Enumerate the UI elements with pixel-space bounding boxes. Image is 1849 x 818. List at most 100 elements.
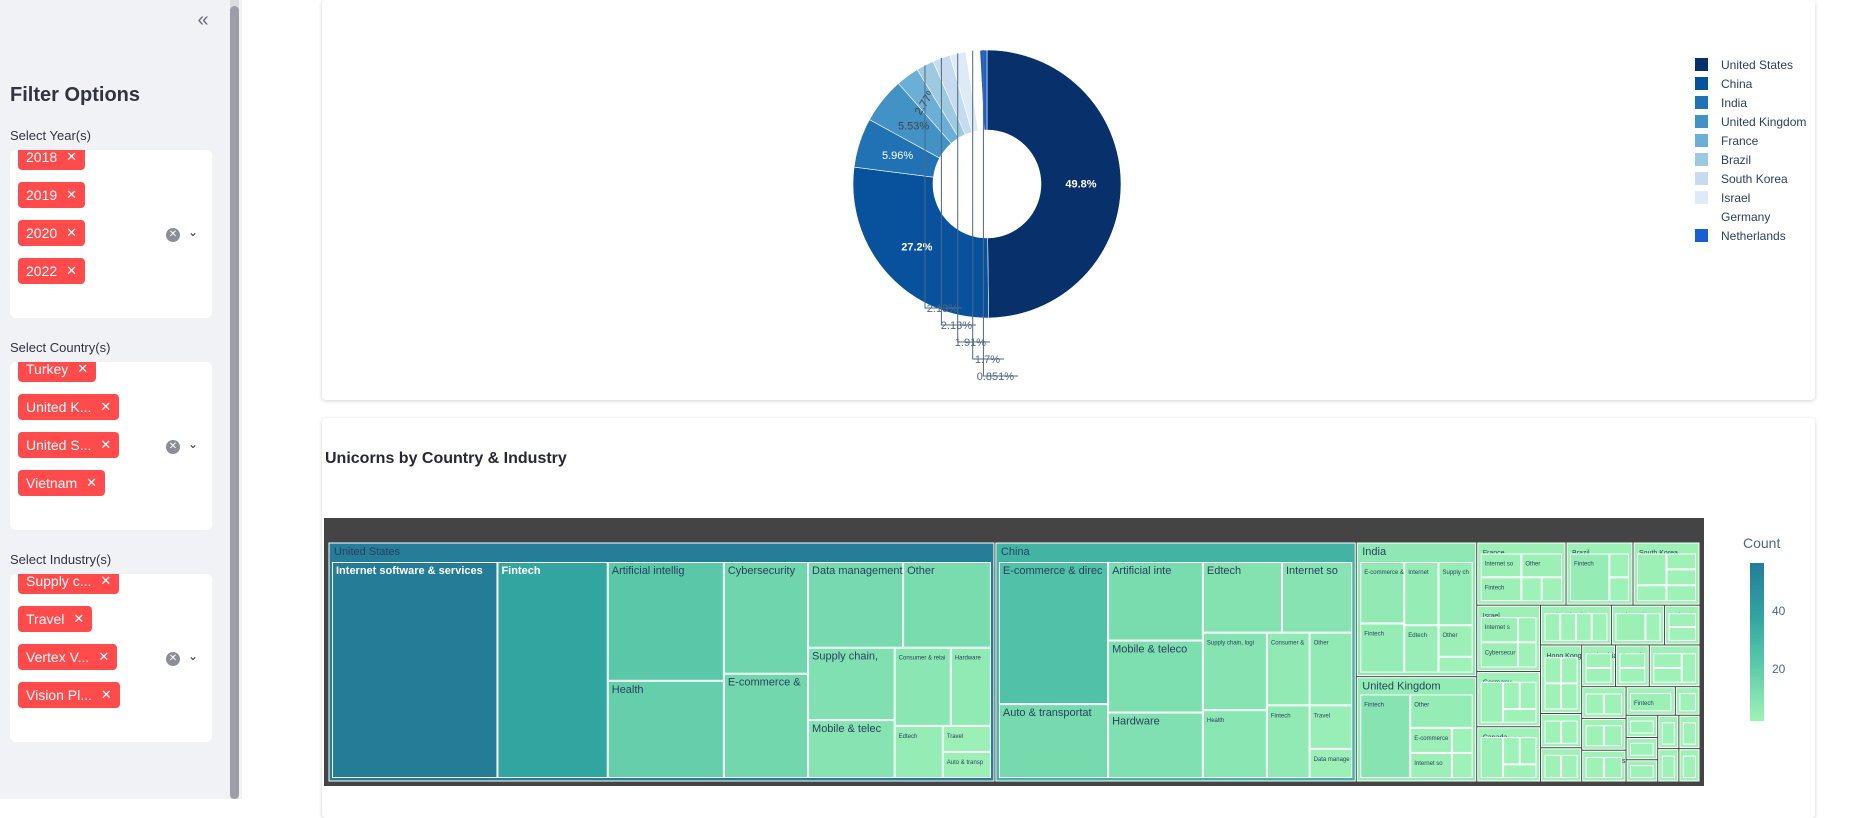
legend-item[interactable]: Israel	[1695, 188, 1806, 207]
country-tag-label: Turkey	[26, 362, 69, 377]
pie-legend: United States China India United Kingdom Fra…	[1695, 55, 1806, 245]
legend-swatch	[1695, 153, 1708, 166]
donut-slice-label: 2.13%	[941, 320, 972, 332]
clear-circle-icon[interactable]: ✕	[166, 228, 180, 242]
close-icon[interactable]: ✕	[98, 649, 109, 665]
donut-slice-label: 27.2%	[901, 242, 932, 254]
legend-swatch	[1695, 115, 1708, 128]
industry-tag-label: Vertex V...	[26, 649, 90, 665]
close-icon[interactable]: ✕	[66, 225, 77, 241]
year-tag[interactable]: 2022 ✕	[18, 258, 86, 284]
year-tag-label: 2019	[26, 187, 58, 203]
year-tag-label: 2020	[26, 225, 58, 241]
legend-label: Germany	[1721, 209, 1771, 224]
donut-slice-label: 1.91%	[955, 337, 986, 349]
legend-swatch	[1695, 210, 1708, 223]
legend-label: United States	[1721, 57, 1794, 72]
legend-item[interactable]: Netherlands	[1695, 226, 1806, 245]
industry-tag-label: Travel	[26, 611, 65, 627]
close-icon[interactable]: ✕	[100, 574, 111, 589]
country-tag[interactable]: Turkey ✕	[18, 362, 97, 382]
year-multiselect[interactable]: 2018 ✕ 2019 ✕ 2020 ✕ 2022 ✕ ✕ ⌄	[10, 150, 212, 318]
industry-multiselect[interactable]: Supply c... ✕ Travel ✕ Vertex V... ✕ Vision Pl…	[10, 574, 212, 742]
legend-item[interactable]: Germany	[1695, 207, 1806, 226]
donut-slice-label: 0.851%	[977, 371, 1015, 383]
treemap-card	[322, 418, 1815, 818]
clear-circle-icon[interactable]: ✕	[166, 440, 180, 454]
sidebar-title: Filter Options	[10, 84, 140, 106]
year-tag-label: 2018	[26, 150, 58, 165]
legend-swatch	[1695, 229, 1708, 242]
country-multiselect[interactable]: Turkey ✕ United K... ✕ United S... ✕ Vietnam ✕ …	[10, 362, 212, 530]
country-tag[interactable]: Vietnam ✕	[18, 470, 106, 496]
sidebar-scrollbar[interactable]	[230, 0, 239, 799]
year-select-label: Select Year(s)	[10, 128, 91, 143]
country-tag[interactable]: United S... ✕	[18, 432, 120, 458]
sidebar: « Filter Options Select Year(s) 2018 ✕ 201…	[0, 0, 242, 799]
chevron-down-icon[interactable]: ⌄	[188, 225, 198, 239]
donut-slice-label: 49.8%	[1065, 178, 1096, 190]
close-icon[interactable]: ✕	[100, 399, 111, 415]
year-tag[interactable]: 2018 ✕	[18, 150, 86, 170]
legend-label: United Kingdom	[1721, 114, 1807, 129]
country-tag[interactable]: United K... ✕	[18, 394, 120, 420]
legend-item[interactable]: South Korea	[1695, 169, 1806, 188]
legend-swatch	[1695, 134, 1708, 147]
chevron-down-icon[interactable]: ⌄	[188, 437, 198, 451]
legend-swatch	[1695, 58, 1708, 71]
legend-item[interactable]: India	[1695, 93, 1806, 112]
industry-tag[interactable]: Vertex V... ✕	[18, 644, 118, 670]
close-icon[interactable]: ✕	[86, 475, 97, 491]
donut-chart: 49.8%27.2%5.96%5.53%2.77%2.13%2.13%1.91%…	[852, 49, 1122, 383]
industry-tag-label: Supply c...	[26, 574, 92, 589]
close-icon[interactable]: ✕	[73, 611, 84, 627]
legend-item[interactable]: France	[1695, 131, 1806, 150]
legend-swatch	[1695, 77, 1708, 90]
legend-label: Israel	[1721, 190, 1751, 205]
country-tag-label: United K...	[26, 399, 92, 415]
donut-slice-label: 1.7%	[975, 354, 1000, 366]
legend-item[interactable]: China	[1695, 74, 1806, 93]
legend-item[interactable]: United Kingdom	[1695, 112, 1806, 131]
industry-select-label: Select Industry(s)	[10, 552, 112, 567]
donut-slice-label: 2.13%	[927, 303, 958, 315]
legend-label: South Korea	[1721, 171, 1788, 186]
close-icon[interactable]: ✕	[77, 362, 88, 377]
year-tag[interactable]: 2019 ✕	[18, 182, 86, 208]
close-icon[interactable]: ✕	[101, 687, 112, 703]
close-icon[interactable]: ✕	[66, 187, 77, 203]
legend-label: China	[1721, 76, 1753, 91]
legend-label: Netherlands	[1721, 228, 1786, 243]
colorbar-title: Count	[1743, 535, 1781, 551]
colorbar-tick-20: 20	[1772, 662, 1786, 676]
legend-label: Brazil	[1721, 152, 1752, 167]
close-icon[interactable]: ✕	[100, 437, 111, 453]
year-tag-label: 2022	[26, 263, 58, 279]
industry-tag[interactable]: Vision Pl... ✕	[18, 682, 120, 708]
pie-chart-card: 49.8% 27.2% 5.96% 5.53% 2.77% 2.13% 2.13% 1.91%…	[322, 0, 1815, 400]
industry-tag[interactable]: Travel ✕	[18, 606, 93, 632]
donut-slice-label: 5.96%	[882, 150, 913, 162]
legend-item[interactable]: Brazil	[1695, 150, 1806, 169]
chevron-down-icon[interactable]: ⌄	[188, 649, 198, 663]
industry-tag-label: Vision Pl...	[26, 687, 92, 703]
year-tag[interactable]: 2020 ✕	[18, 220, 86, 246]
legend-swatch	[1695, 96, 1708, 109]
scrollbar-thumb[interactable]	[230, 6, 239, 799]
country-tag-label: Vietnam	[26, 475, 78, 491]
legend-swatch	[1695, 172, 1708, 185]
country-select-label: Select Country(s)	[10, 340, 111, 355]
legend-label: France	[1721, 133, 1759, 148]
treemap-section-title: Unicorns by Country & Industry	[325, 450, 567, 467]
legend-label: India	[1721, 95, 1748, 110]
country-tag-label: United S...	[26, 437, 92, 453]
donut-slice[interactable]	[986, 49, 1122, 319]
clear-circle-icon[interactable]: ✕	[166, 652, 180, 666]
legend-item[interactable]: United States	[1695, 55, 1806, 74]
close-icon[interactable]: ✕	[66, 150, 77, 165]
close-icon[interactable]: ✕	[66, 263, 77, 279]
double-chevron-left-icon[interactable]: «	[190, 8, 216, 34]
industry-tag[interactable]: Supply c... ✕	[18, 574, 120, 594]
legend-swatch	[1695, 191, 1708, 204]
colorbar-tick-40: 40	[1772, 604, 1786, 618]
